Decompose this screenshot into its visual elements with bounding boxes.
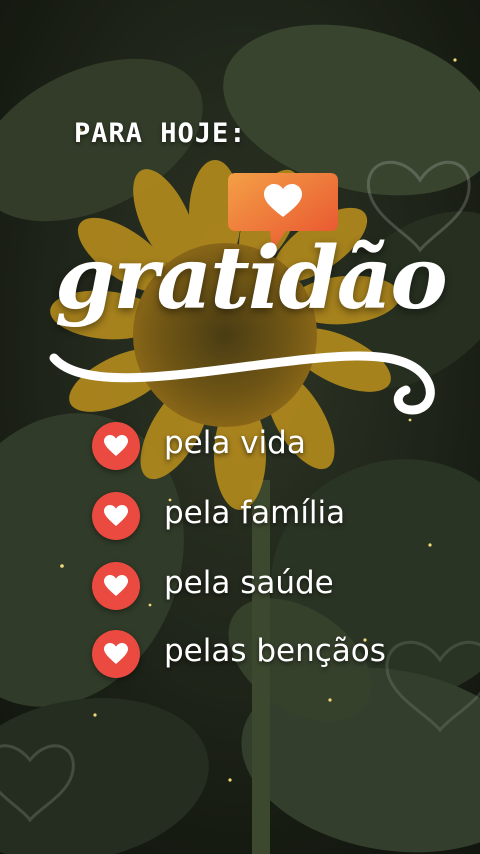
story-canvas: PARA HOJE: gratidão pela vida pela famíl…	[0, 0, 480, 854]
list-item: pela família	[92, 490, 452, 542]
list-item-label: pela vida	[164, 425, 306, 461]
list-item-label: pela saúde	[164, 565, 334, 601]
list-item: pela vida	[92, 420, 452, 472]
list-item-label: pela família	[164, 495, 346, 531]
heart-check-icon	[92, 492, 140, 540]
list-item: pelas bençãos	[92, 628, 452, 680]
heading: PARA HOJE:	[74, 118, 247, 149]
heart-check-icon	[92, 562, 140, 610]
heart-check-icon	[92, 630, 140, 678]
title: gratidão	[55, 228, 448, 329]
title-swash	[49, 351, 435, 415]
heart-check-icon	[92, 422, 140, 470]
list-item-label: pelas bençãos	[164, 633, 386, 669]
list-item: pela saúde	[92, 560, 452, 612]
